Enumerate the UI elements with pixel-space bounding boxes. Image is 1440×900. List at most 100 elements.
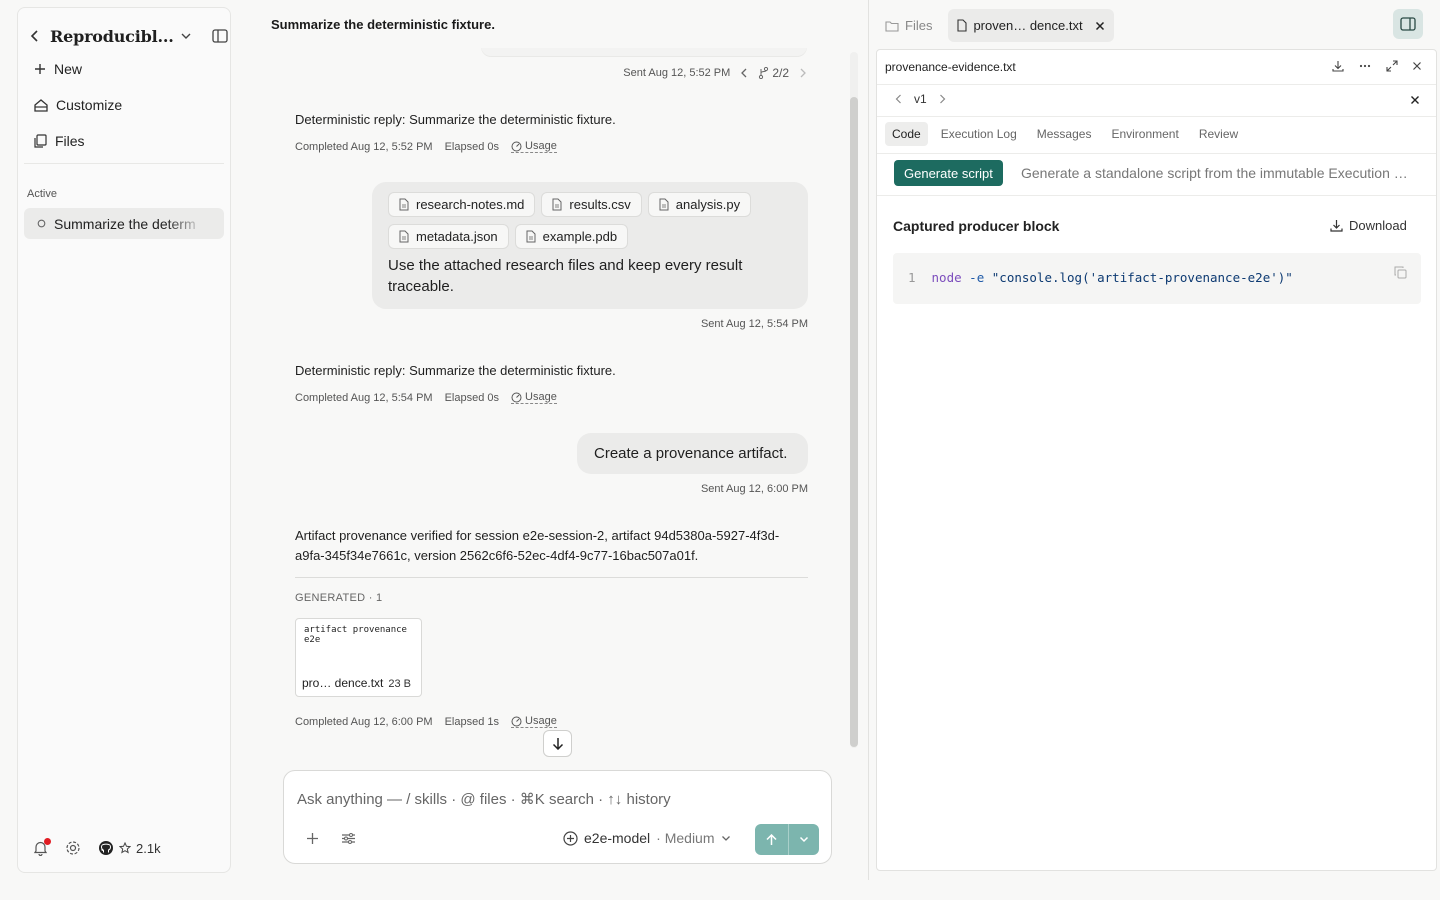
block-title: Captured producer block (893, 218, 1060, 234)
project-title[interactable]: Reproducibl... (50, 27, 174, 46)
gauge-icon (511, 141, 522, 152)
sidebar-divider (24, 163, 224, 164)
send-options-button[interactable] (789, 824, 819, 855)
download-icon[interactable] (1332, 60, 1344, 72)
file-chip[interactable]: analysis.py (647, 192, 752, 217)
effort-level: · Medium (656, 830, 715, 846)
message-input[interactable] (297, 788, 817, 810)
back-chevron-icon[interactable] (30, 29, 40, 43)
subtab-execution-log[interactable]: Execution Log (934, 122, 1024, 146)
branch-icon (758, 67, 769, 79)
chevron-left-icon[interactable] (895, 94, 902, 104)
user-message-bubble: Create a provenance artifact. (577, 433, 808, 474)
message-meta: Completed Aug 12, 5:54 PM Elapsed 0s Usa… (295, 391, 807, 404)
elapsed-time: Elapsed 0s (444, 140, 500, 153)
code-line: 1 node -e "console.log('artifact-provena… (908, 270, 1293, 285)
panel-right-icon (1400, 17, 1416, 31)
close-icon[interactable] (1412, 60, 1422, 72)
download-button[interactable]: Download (1330, 218, 1407, 233)
more-icon[interactable] (1358, 60, 1372, 72)
chevron-right-icon[interactable] (939, 94, 946, 104)
chevron-left-icon[interactable] (740, 68, 748, 78)
close-version-icon[interactable] (1410, 95, 1420, 105)
separator (877, 153, 1436, 154)
usage-link[interactable]: Usage (511, 715, 557, 728)
star-count: 2.1k (136, 840, 161, 856)
notification-dot (44, 838, 51, 845)
scroll-to-bottom-button[interactable] (543, 730, 572, 757)
file-row: research-notes.md results.csv analysis.p… (388, 192, 792, 217)
send-button[interactable] (755, 824, 788, 855)
chat-scroll[interactable]: Sent Aug 12, 5:52 PM 2/2 Deterministic r… (271, 48, 831, 763)
file-name: metadata.json (416, 229, 498, 244)
panel-divider[interactable] (868, 0, 869, 880)
artifact-actions (1332, 60, 1422, 72)
generate-script-button[interactable]: Generate script (894, 160, 1003, 186)
message-text: Artifact provenance verified for session… (295, 528, 780, 563)
subtab-messages[interactable]: Messages (1030, 122, 1099, 146)
tab-label: Files (905, 18, 933, 33)
github-stars-link[interactable]: 2.1k (98, 840, 161, 856)
sidebar-footer: 2.1k (33, 838, 161, 856)
expand-icon[interactable] (1386, 60, 1398, 72)
usage-label: Usage (525, 140, 557, 152)
generated-divider (295, 577, 808, 578)
file-chip[interactable]: example.pdb (514, 224, 629, 249)
subtab-review[interactable]: Review (1192, 122, 1245, 146)
completed-time: Completed Aug 12, 6:00 PM (295, 715, 433, 728)
branch-count: 2/2 (772, 66, 789, 80)
sidebar-item-new[interactable]: New (34, 61, 82, 77)
completed-time: Completed Aug 12, 5:54 PM (295, 391, 433, 404)
file-chip[interactable]: metadata.json (388, 224, 509, 249)
sidebar-item-files[interactable]: Files (34, 133, 85, 149)
folder-icon (885, 20, 899, 32)
file-chip[interactable]: research-notes.md (388, 192, 536, 217)
file-chip[interactable]: results.csv (541, 192, 642, 217)
artifact-title: provenance-evidence.txt (885, 60, 1016, 74)
file-icon (957, 19, 968, 32)
message-meta: Completed Aug 12, 6:00 PM Elapsed 1s Usa… (295, 715, 557, 728)
file-icon (552, 198, 562, 211)
panel-toggle-button[interactable] (1393, 9, 1423, 39)
sent-time: Sent Aug 12, 6:00 PM (700, 483, 808, 495)
user-message-bubble: research-notes.md results.csv analysis.p… (372, 182, 808, 309)
send-group (755, 824, 819, 855)
sidebar-toggle-icon[interactable] (211, 29, 228, 43)
chevron-down-icon[interactable] (180, 32, 192, 40)
assistant-message: Deterministic reply: Summarize the deter… (295, 361, 807, 404)
code-block: 1 node -e "console.log('artifact-provena… (893, 253, 1421, 304)
project-header: Reproducibl... (30, 25, 228, 47)
code-command: node (931, 270, 962, 285)
chat-scrollbar[interactable] (850, 52, 858, 748)
code-text: node -e "console.log('artifact-provenanc… (932, 270, 1293, 285)
file-row: metadata.json example.pdb (388, 224, 792, 249)
line-number: 1 (908, 270, 916, 285)
message-text: Create a provenance artifact. (594, 445, 788, 462)
attach-plus-icon[interactable] (306, 832, 319, 845)
sent-time: Sent Aug 12, 5:52 PM (623, 67, 731, 79)
generated-file-card[interactable]: artifact provenance e2e pro… dence.txt 2… (295, 618, 422, 697)
subtab-environment[interactable]: Environment (1104, 122, 1185, 146)
arrow-down-icon (552, 737, 564, 750)
separator (877, 116, 1436, 117)
tab-provenance-file[interactable]: proven… dence.txt (948, 9, 1114, 42)
file-name: results.csv (569, 197, 631, 212)
bell-icon[interactable] (33, 838, 51, 856)
session-item-active[interactable]: Summarize the determ (24, 208, 224, 239)
subtab-code[interactable]: Code (885, 122, 928, 146)
gear-icon[interactable] (65, 840, 81, 856)
file-preview: artifact provenance e2e (304, 625, 407, 645)
file-icon (659, 198, 669, 211)
usage-link[interactable]: Usage (511, 391, 557, 404)
close-tab-icon[interactable] (1095, 21, 1105, 31)
usage-link[interactable]: Usage (511, 140, 557, 153)
sidebar-item-customize[interactable]: Customize (34, 97, 122, 113)
copy-icon[interactable] (1394, 266, 1407, 279)
scrollbar-thumb[interactable] (850, 97, 858, 747)
sliders-icon[interactable] (341, 832, 356, 845)
tab-files[interactable]: Files (877, 9, 940, 42)
assistant-message: Deterministic reply: Summarize the deter… (295, 110, 807, 153)
chevron-right-icon[interactable] (799, 68, 807, 78)
model-selector[interactable]: e2e-model · Medium (563, 830, 731, 846)
separator (877, 84, 1436, 85)
